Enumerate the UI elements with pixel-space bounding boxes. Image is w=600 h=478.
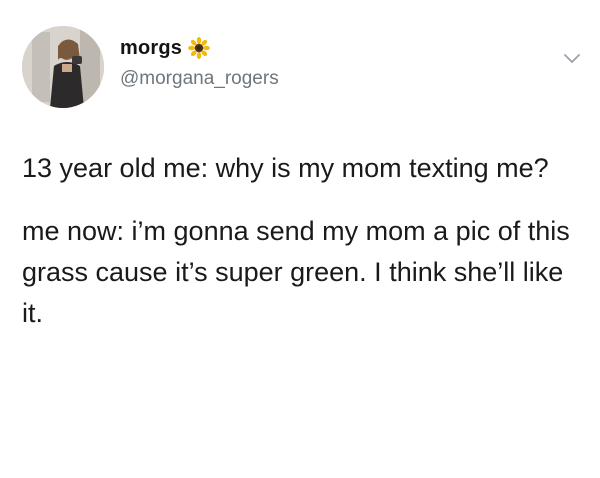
tweet-card: morgs @morgana_rogers 13 year old me: wh… [0,0,600,478]
tweet-text: 13 year old me: why is my mom texting me… [22,148,582,334]
user-names: morgs @morgana_rogers [120,34,279,90]
user-handle[interactable]: @morgana_rogers [120,68,279,90]
avatar[interactable] [22,26,104,108]
tweet-header: morgs @morgana_rogers [22,26,582,110]
chevron-down-icon[interactable] [562,52,582,66]
display-name[interactable]: morgs [120,37,182,60]
display-name-row: morgs [120,34,279,62]
sunflower-icon [188,37,211,59]
tweet-paragraph-2: me now: i’m gonna send my mom a pic of t… [22,216,570,328]
tweet-paragraph-1: 13 year old me: why is my mom texting me… [22,153,549,183]
avatar-photo-icon [22,26,104,108]
